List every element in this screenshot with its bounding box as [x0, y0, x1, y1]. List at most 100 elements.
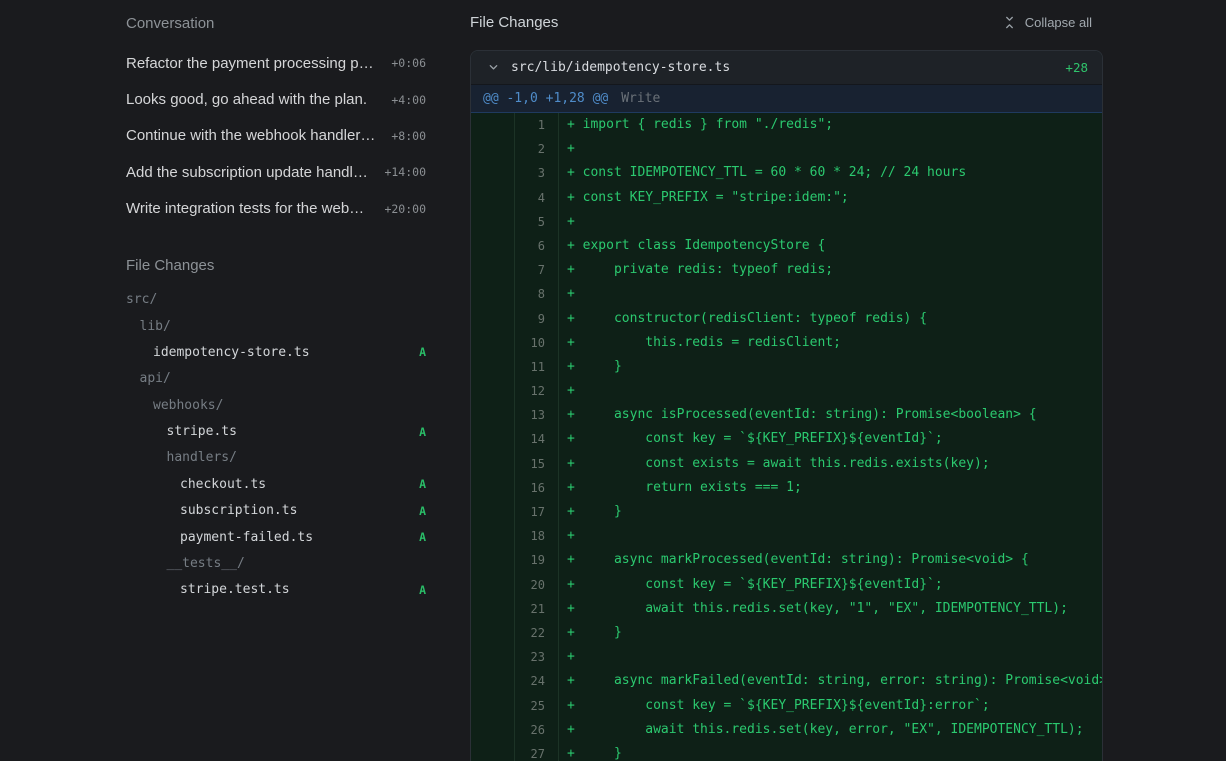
tree-dir-name: handlers/ — [167, 450, 237, 465]
sidebar: Conversation Refactor the payment proces… — [0, 0, 470, 761]
line-content: + async markFailed(eventId: string, erro… — [559, 669, 1102, 693]
gutter-spacer — [471, 524, 515, 548]
tree-dir-row: handlers/ — [126, 445, 426, 471]
line-content: + — [559, 137, 1102, 161]
gutter-spacer — [471, 379, 515, 403]
tree-file-name: idempotency-store.ts — [153, 345, 310, 360]
line-number: 22 — [515, 621, 559, 645]
diff-line: 8+ — [471, 282, 1102, 306]
tree-dir-row: api/ — [126, 366, 426, 392]
tree-dir-row: src/ — [126, 286, 426, 312]
conversation-list: Refactor the payment processing p… +0:06 L… — [126, 45, 426, 227]
gutter-spacer — [471, 186, 515, 210]
tree-dir-name: src/ — [126, 292, 157, 307]
conversation-item[interactable]: Looks good, go ahead with the plan.+4:00 — [126, 81, 426, 117]
line-number: 20 — [515, 573, 559, 597]
conversation-heading: Conversation — [126, 15, 426, 33]
added-badge: A — [419, 583, 426, 597]
line-content: + export class IdempotencyStore { — [559, 234, 1102, 258]
tree-file-name: stripe.ts — [167, 424, 237, 439]
added-badge: A — [419, 504, 426, 518]
added-badge: A — [419, 530, 426, 544]
conversation-item-label: Refactor the payment processing p… — [126, 55, 374, 72]
diff-file-header[interactable]: src/lib/idempotency-store.ts +28 — [471, 51, 1102, 85]
conversation-item[interactable]: Continue with the webhook handler…+8:00 — [126, 118, 426, 154]
line-content: + const IDEMPOTENCY_TTL = 60 * 60 * 24; … — [559, 161, 1102, 185]
tree-file-row[interactable]: idempotency-store.tsA — [126, 339, 426, 365]
tree-dir-name: lib/ — [140, 319, 171, 334]
main-header: File Changes Collapse all — [470, 12, 1103, 32]
conversation-timestamp: +8:00 — [391, 129, 426, 143]
page-title: File Changes — [470, 14, 558, 31]
tree-file-row[interactable]: subscription.tsA — [126, 498, 426, 524]
tree-file-row[interactable]: stripe.test.tsA — [126, 577, 426, 603]
tree-file-row[interactable]: checkout.tsA — [126, 471, 426, 497]
gutter-spacer — [471, 210, 515, 234]
line-number: 9 — [515, 307, 559, 331]
added-badge: A — [419, 425, 426, 439]
line-content: + async isProcessed(eventId: string): Pr… — [559, 403, 1102, 427]
app: Conversation Refactor the payment proces… — [0, 0, 1226, 761]
line-content: + await this.redis.set(key, "1", "EX", I… — [559, 597, 1102, 621]
gutter-spacer — [471, 137, 515, 161]
conversation-timestamp: +0:06 — [391, 56, 426, 70]
diff-line: 24+ async markFailed(eventId: string, er… — [471, 669, 1102, 693]
tree-file-row[interactable]: payment-failed.ts A — [126, 524, 426, 550]
line-number: 7 — [515, 258, 559, 282]
diff-line: 20+ const key = `${KEY_PREFIX}${eventId}… — [471, 573, 1102, 597]
line-content: + } — [559, 500, 1102, 524]
tree-dir-name: __tests__/ — [167, 556, 245, 571]
line-number: 14 — [515, 427, 559, 451]
line-number: 17 — [515, 500, 559, 524]
line-number: 27 — [515, 742, 559, 761]
diff-card: src/lib/idempotency-store.ts +28 @@ -1,0… — [470, 50, 1103, 761]
hunk-header: @@ -1,0 +1,28 @@ Write — [471, 85, 1102, 113]
tree-file-name: payment-failed.ts — [180, 530, 313, 545]
line-number: 8 — [515, 282, 559, 306]
diff-line: 10+ this.redis = redisClient; — [471, 331, 1102, 355]
conversation-timestamp: +4:00 — [391, 93, 426, 107]
conversation-timestamp: +20:00 — [384, 202, 426, 216]
line-number: 24 — [515, 669, 559, 693]
diff-line: 14+ const key = `${KEY_PREFIX}${eventId}… — [471, 427, 1102, 451]
line-content: + private redis: typeof redis; — [559, 258, 1102, 282]
tree-dir-name: api/ — [140, 371, 171, 386]
conversation-timestamp: +14:00 — [384, 165, 426, 179]
diff-line: 25+ const key = `${KEY_PREFIX}${eventId}… — [471, 694, 1102, 718]
gutter-spacer — [471, 427, 515, 451]
conversation-item[interactable]: Refactor the payment processing p… +0:06 — [126, 45, 426, 81]
line-number: 26 — [515, 718, 559, 742]
gutter-spacer — [471, 234, 515, 258]
diff-line: 4+ const KEY_PREFIX = "stripe:idem:"; — [471, 186, 1102, 210]
tree-file-row[interactable]: stripe.ts A — [126, 418, 426, 444]
line-content: + const key = `${KEY_PREFIX}${eventId}:e… — [559, 694, 1102, 718]
line-number: 10 — [515, 331, 559, 355]
line-number: 12 — [515, 379, 559, 403]
line-number: 1 — [515, 113, 559, 137]
conversation-item[interactable]: Write integration tests for the web…+20:… — [126, 191, 426, 227]
line-content: + this.redis = redisClient; — [559, 331, 1102, 355]
conversation-item[interactable]: Add the subscription update handl…+14:00 — [126, 154, 426, 190]
line-number: 25 — [515, 694, 559, 718]
tree-dir-row: __tests__/ — [126, 550, 426, 576]
gutter-spacer — [471, 597, 515, 621]
line-content: + } — [559, 742, 1102, 761]
line-content: + — [559, 524, 1102, 548]
hunk-tool-label: Write — [621, 91, 660, 106]
diff-code: 1+ import { redis } from "./redis";2+3+ … — [471, 113, 1102, 761]
diff-line: 7+ private redis: typeof redis; — [471, 258, 1102, 282]
line-number: 11 — [515, 355, 559, 379]
gutter-spacer — [471, 742, 515, 761]
diff-line: 12+ — [471, 379, 1102, 403]
tree-dir-row: webhooks/ — [126, 392, 426, 418]
line-content: + constructor(redisClient: typeof redis)… — [559, 307, 1102, 331]
diff-line: 3+ const IDEMPOTENCY_TTL = 60 * 60 * 24;… — [471, 161, 1102, 185]
line-number: 18 — [515, 524, 559, 548]
line-number: 23 — [515, 645, 559, 669]
diff-line: 1+ import { redis } from "./redis"; — [471, 113, 1102, 137]
collapse-all-button[interactable]: Collapse all — [1003, 15, 1092, 30]
tree-file-name: checkout.ts — [180, 477, 266, 492]
gutter-spacer — [471, 403, 515, 427]
line-number: 2 — [515, 137, 559, 161]
gutter-spacer — [471, 282, 515, 306]
